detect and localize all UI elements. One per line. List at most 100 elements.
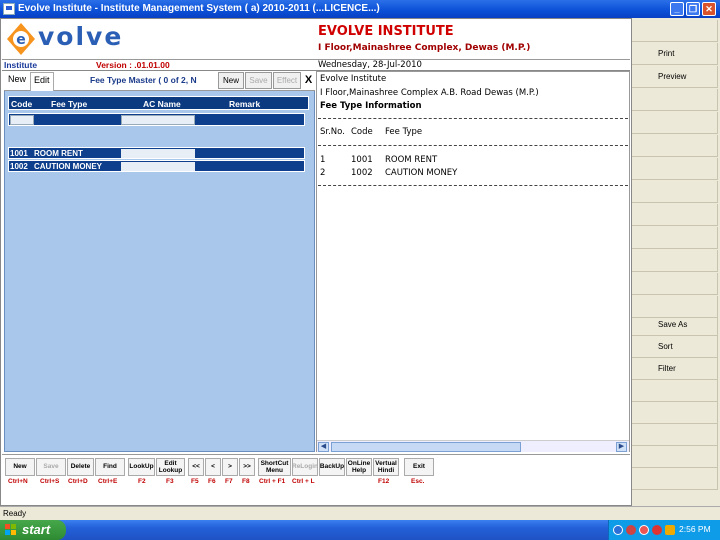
preview-button[interactable]: Preview (632, 66, 718, 88)
report-row-sr: 2 (320, 168, 326, 178)
sidebar-blank (632, 402, 718, 424)
column-code[interactable]: Code (11, 99, 32, 109)
report-divider (318, 118, 628, 119)
toolbar-find-button[interactable]: Find (95, 458, 125, 476)
volume-icon[interactable] (665, 525, 675, 535)
filter-button[interactable]: Filter (632, 358, 718, 380)
toolbar-delete-button[interactable]: Delete (67, 458, 94, 476)
toolbar-last-button[interactable]: >> (239, 458, 255, 476)
window-title: Evolve Institute - Institute Management … (18, 3, 380, 14)
shortcut-key: F3 (166, 478, 174, 485)
form-panel (4, 71, 315, 452)
report-row-code: 1002 (351, 168, 373, 178)
horizontal-scrollbar[interactable]: ◀ ▶ (317, 440, 629, 452)
close-form-button[interactable]: X (302, 72, 315, 89)
scroll-right-icon[interactable]: ▶ (616, 442, 627, 452)
row-fee-type: CAUTION MONEY (34, 162, 102, 171)
toolbar-vertual-hindi-button[interactable]: Vertual Hindi (373, 458, 399, 476)
new-button[interactable]: New (218, 72, 244, 89)
windows-flag-icon (5, 524, 17, 536)
minimize-icon[interactable]: _ (670, 2, 684, 16)
language-icon[interactable] (626, 525, 636, 535)
report-row-sr: 1 (320, 155, 326, 165)
shortcut-key: Ctrl + F1 (259, 478, 286, 485)
shortcut-key: Ctrl+S (40, 478, 60, 485)
tab-edit[interactable]: Edit (30, 72, 54, 91)
effect-button[interactable]: Effect (273, 72, 301, 89)
row-ac-cell[interactable] (121, 149, 195, 158)
report-col-fee-type: Fee Type (385, 127, 423, 137)
toolbar-edit-lookup-button[interactable]: Edit Lookup (156, 458, 185, 476)
sidebar-blank (632, 424, 718, 446)
institute-address: I Floor,Mainashree Complex, Dewas (M.P.) (318, 43, 531, 53)
row-ac-cell[interactable] (121, 162, 195, 171)
function-toolbar: New Save Delete Find LookUp Edit Lookup … (2, 454, 630, 488)
sidebar-blank (632, 20, 718, 42)
form-title: Fee Type Master ( 0 of 2, N (90, 75, 197, 85)
shortcut-key: F7 (225, 478, 233, 485)
start-button[interactable]: start (0, 520, 66, 540)
filter-ac-input[interactable] (121, 115, 195, 125)
report-divider (318, 185, 628, 186)
column-remark[interactable]: Remark (229, 99, 260, 109)
toolbar-first-button[interactable]: << (188, 458, 204, 476)
toolbar-online-help-button[interactable]: OnLine Help (346, 458, 372, 476)
version-label: Version : .01.01.00 (96, 60, 170, 70)
shortcut-key: Esc. (411, 478, 425, 485)
toolbar-lookup-button[interactable]: LookUp (128, 458, 155, 476)
sidebar-blank (632, 204, 718, 226)
antivirus-icon[interactable] (652, 525, 662, 535)
start-label: start (22, 522, 51, 537)
toolbar-backup-button[interactable]: BackUp (319, 458, 345, 476)
toolbar-prev-button[interactable]: < (205, 458, 221, 476)
bluetooth-icon[interactable] (613, 525, 623, 535)
restore-icon[interactable]: ❐ (686, 2, 700, 16)
report-row-fee-type: ROOM RENT (385, 155, 438, 165)
report-line2: I Floor,Mainashree Complex A.B. Road Dew… (320, 88, 539, 98)
shortcut-key: Ctrl+D (68, 478, 88, 485)
svg-text:e: e (16, 32, 26, 48)
row-code: 1001 (10, 149, 28, 158)
toolbar-shortcut-menu-button[interactable]: ShortCut Menu (258, 458, 291, 476)
date-label: Wednesday, 28-Jul-2010 (318, 60, 422, 70)
toolbar-new-button[interactable]: New (5, 458, 35, 476)
toolbar-save-button[interactable]: Save (36, 458, 66, 476)
scroll-thumb[interactable] (331, 442, 521, 452)
clock: 2:56 PM (679, 524, 711, 534)
logo-icon: e (7, 23, 35, 55)
sort-button[interactable]: Sort (632, 336, 718, 358)
scroll-left-icon[interactable]: ◀ (318, 442, 329, 452)
sidebar-blank (632, 181, 718, 203)
table-row[interactable]: 1001 ROOM RENT (8, 147, 305, 159)
save-button[interactable]: Save (245, 72, 272, 89)
info-bar: Institute Version : .01.01.00 Wednesday,… (2, 60, 630, 71)
logo-text: volve (38, 22, 124, 51)
table-row[interactable]: 1002 CAUTION MONEY (8, 160, 305, 172)
sidebar-blank (632, 227, 718, 249)
print-button[interactable]: Print (632, 43, 718, 65)
filter-code-input[interactable] (10, 115, 34, 125)
toolbar-exit-button[interactable]: Exit (404, 458, 434, 476)
toolbar-relogin-button[interactable]: ReLogin (292, 458, 318, 476)
shortcut-key: Ctrl+E (98, 478, 118, 485)
column-ac-name[interactable]: AC Name (143, 99, 181, 109)
save-as-button[interactable]: Save As (632, 314, 718, 336)
row-fee-type: ROOM RENT (34, 149, 83, 158)
tab-new[interactable]: New (8, 74, 26, 84)
title-bar: Evolve Institute - Institute Management … (0, 0, 720, 18)
shortcut-key: F2 (138, 478, 146, 485)
sidebar-blank (632, 112, 718, 134)
toolbar-next-button[interactable]: > (222, 458, 238, 476)
security-icon[interactable] (639, 525, 649, 535)
app-header: e volve EVOLVE INSTITUTE I Floor,Mainash… (2, 20, 630, 60)
report-row-code: 1001 (351, 155, 373, 165)
column-fee-type[interactable]: Fee Type (51, 99, 87, 109)
close-icon[interactable]: ✕ (702, 2, 716, 16)
sidebar-blank (632, 446, 718, 468)
form-tabs: New Edit Fee Type Master ( 0 of 2, N New… (4, 71, 315, 91)
report-divider (318, 145, 628, 146)
shortcut-key: F8 (242, 478, 250, 485)
shortcut-key: Ctrl + L (292, 478, 315, 485)
row-code: 1002 (10, 162, 28, 171)
sidebar-blank (632, 380, 718, 402)
